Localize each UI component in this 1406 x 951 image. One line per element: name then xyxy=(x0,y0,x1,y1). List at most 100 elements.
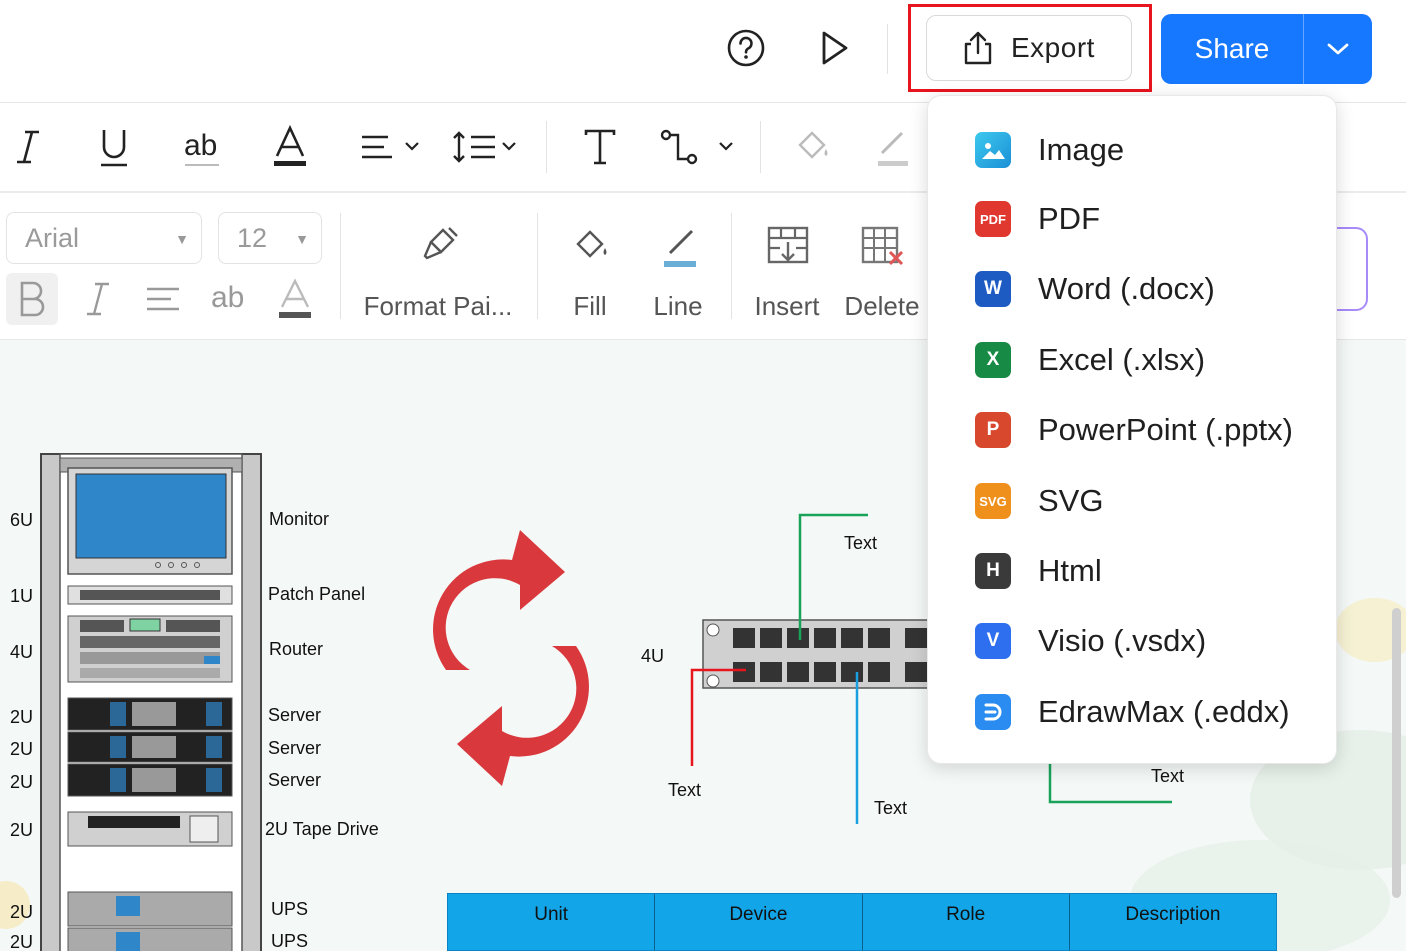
menu-item-label: PDF xyxy=(1038,201,1100,236)
unit-label: 2U xyxy=(10,902,34,922)
font-color-icon[interactable] xyxy=(268,123,312,171)
chevron-down-icon[interactable] xyxy=(1304,41,1372,57)
table-header-cell: Description xyxy=(1125,904,1221,925)
insert-label[interactable]: Insert xyxy=(748,291,826,322)
connector-icon[interactable] xyxy=(656,123,740,171)
export-word-item[interactable]: W Word (.docx) xyxy=(928,259,1336,319)
device-table-header: Unit Device Role Description xyxy=(447,893,1277,951)
line-spacing-icon[interactable] xyxy=(450,123,522,171)
underline-icon[interactable] xyxy=(92,123,136,171)
divider xyxy=(340,213,341,319)
menu-item-label: Excel (.xlsx) xyxy=(1038,342,1206,377)
unit-label: 2U xyxy=(10,707,34,727)
strikethrough-ab-icon[interactable]: ab xyxy=(206,273,252,325)
menu-item-label: Html xyxy=(1038,553,1102,588)
menu-item-label: PowerPoint (.pptx) xyxy=(1038,412,1293,447)
align-icon[interactable] xyxy=(356,123,426,171)
strikethrough-ab-icon[interactable]: ab xyxy=(180,123,224,171)
export-html-item[interactable]: H Html xyxy=(928,541,1336,601)
top-bar: Export Share xyxy=(0,0,1406,103)
font-size-select[interactable]: 12 ▼ xyxy=(218,212,322,264)
refresh-arrows-icon xyxy=(433,530,589,786)
export-svg-item[interactable]: SVG SVG xyxy=(928,471,1336,531)
font-color-icon[interactable] xyxy=(272,273,318,325)
divider xyxy=(887,24,888,74)
powerpoint-icon: P xyxy=(975,412,1011,448)
device-label: Server xyxy=(268,738,322,758)
visio-icon: V xyxy=(975,623,1011,659)
unit-label: 1U xyxy=(10,586,34,606)
export-edrawmax-item[interactable]: EdrawMax (.eddx) xyxy=(928,682,1336,742)
export-pdf-item[interactable]: PDF PDF xyxy=(928,189,1336,249)
export-menu: Image PDF PDF W Word (.docx) X Excel (.x… xyxy=(927,95,1337,764)
caret-down-icon: ▼ xyxy=(175,231,189,247)
word-icon: W xyxy=(975,271,1011,307)
export-excel-item[interactable]: X Excel (.xlsx) xyxy=(928,330,1336,390)
unit-label: 4U xyxy=(10,642,34,662)
table-header-cell: Device xyxy=(655,894,863,950)
share-label: Share xyxy=(1194,33,1270,64)
font-size-value: 12 xyxy=(237,222,268,253)
highlight-box xyxy=(908,4,1152,92)
svg-icon: SVG xyxy=(975,483,1011,519)
device-label: Router xyxy=(269,639,324,659)
bold-icon[interactable] xyxy=(6,273,58,325)
html-icon: H xyxy=(975,553,1011,589)
format-painter-icon[interactable] xyxy=(412,221,466,271)
device-label: 2U Tape Drive xyxy=(265,819,379,839)
format-painter-label[interactable]: Format Pai... xyxy=(358,291,518,322)
divider xyxy=(760,121,761,173)
menu-item-label: Image xyxy=(1038,132,1125,167)
line-icon[interactable] xyxy=(870,123,914,171)
export-image-item[interactable]: Image xyxy=(928,120,1336,180)
callout-text: Text xyxy=(844,533,878,553)
device-label: Monitor xyxy=(269,509,330,529)
font-family-select[interactable]: Arial ▼ xyxy=(6,212,202,264)
unit-label: 2U xyxy=(10,820,34,840)
device-label: Patch Panel xyxy=(268,584,366,604)
divider xyxy=(546,121,547,173)
fill-icon[interactable] xyxy=(568,221,616,271)
italic-icon[interactable] xyxy=(76,273,120,325)
delete-table-icon[interactable] xyxy=(858,221,906,271)
share-button[interactable]: Share xyxy=(1161,14,1372,84)
fill-label[interactable]: Fill xyxy=(560,291,620,322)
table-header-cell: Role xyxy=(863,894,1070,950)
help-icon[interactable] xyxy=(724,26,768,70)
switch-unit-label: 4U xyxy=(641,646,665,666)
svg-text:ab: ab xyxy=(184,129,217,162)
align-icon[interactable] xyxy=(140,273,186,325)
caret-down-icon: ▼ xyxy=(295,231,309,247)
menu-item-label: EdrawMax (.eddx) xyxy=(1038,694,1290,729)
edrawmax-icon xyxy=(975,694,1011,730)
unit-label: 2U xyxy=(10,932,34,951)
play-icon[interactable] xyxy=(812,26,856,70)
divider xyxy=(731,213,732,319)
text-icon[interactable] xyxy=(578,123,622,171)
image-icon xyxy=(975,132,1011,168)
menu-item-label: Word (.docx) xyxy=(1038,271,1215,306)
device-label: Server xyxy=(268,770,322,790)
callout-text: Text xyxy=(874,798,908,818)
pdf-icon: PDF xyxy=(975,201,1011,237)
device-label: UPS xyxy=(271,931,309,951)
excel-icon: X xyxy=(975,342,1011,378)
delete-label[interactable]: Delete xyxy=(840,291,924,322)
unit-label: 2U xyxy=(10,772,34,792)
line-label[interactable]: Line xyxy=(648,291,708,322)
callout-text: Text xyxy=(668,780,702,800)
unit-label: 6U xyxy=(10,510,34,530)
menu-item-label: Visio (.vsdx) xyxy=(1038,623,1207,658)
device-label: Server xyxy=(268,705,322,725)
table-header-cell: Unit xyxy=(448,894,656,950)
line-icon[interactable] xyxy=(656,221,704,271)
export-powerpoint-item[interactable]: P PowerPoint (.pptx) xyxy=(928,400,1336,460)
divider xyxy=(537,213,538,319)
unit-label: 2U xyxy=(10,739,34,759)
export-visio-item[interactable]: V Visio (.vsdx) xyxy=(928,611,1336,671)
fill-icon[interactable] xyxy=(790,123,834,171)
menu-item-label: SVG xyxy=(1038,483,1104,518)
vertical-scrollbar[interactable] xyxy=(1392,608,1401,898)
italic-icon[interactable] xyxy=(8,123,48,171)
insert-row-icon[interactable] xyxy=(764,221,812,271)
